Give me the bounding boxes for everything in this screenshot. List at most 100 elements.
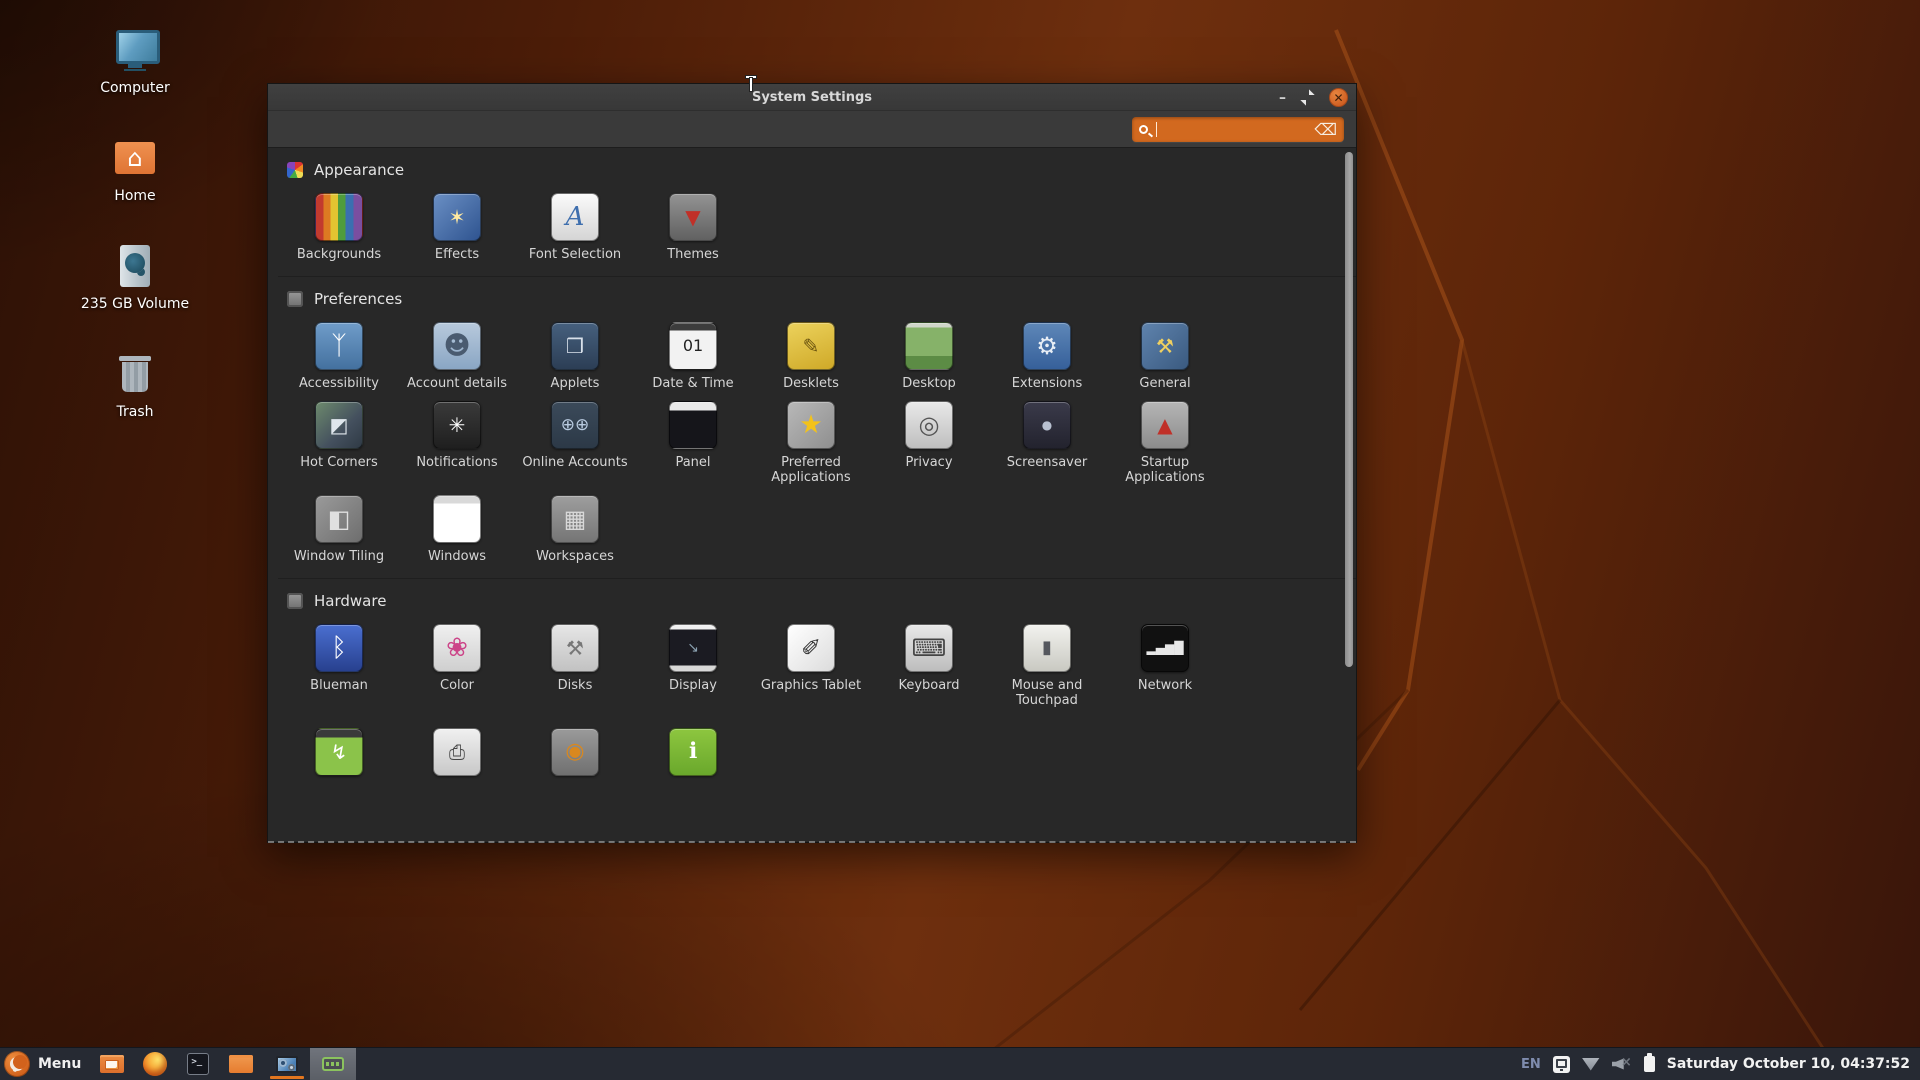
accessibility-tile[interactable]: ᛉ Accessibility bbox=[280, 316, 398, 395]
tile-label: Graphics Tablet bbox=[760, 678, 862, 693]
general-tile[interactable]: ⚒ General bbox=[1106, 316, 1224, 395]
mouse-touchpad-icon: ▮ bbox=[1023, 624, 1071, 672]
clock[interactable]: Saturday October 10, 04:37:52 bbox=[1667, 1056, 1910, 1072]
privacy-icon: ◎ bbox=[905, 401, 953, 449]
desklets-tile[interactable]: ✎ Desklets bbox=[752, 316, 870, 395]
tile-label: Blueman bbox=[310, 678, 368, 693]
windows-tile[interactable]: Windows bbox=[398, 489, 516, 568]
preferred-applications-tile[interactable]: ★ Preferred Applications bbox=[752, 395, 870, 489]
sound-tile[interactable]: ◉ bbox=[516, 722, 634, 780]
section-header: Appearance bbox=[287, 161, 1356, 179]
menu-label: Menu bbox=[38, 1056, 82, 1072]
clear-search-icon[interactable]: ⌫ bbox=[1314, 121, 1337, 138]
volume-muted-icon[interactable] bbox=[1612, 1055, 1632, 1072]
graphics-tablet-tile[interactable]: ✐ Graphics Tablet bbox=[752, 618, 870, 712]
account-details-tile[interactable]: ☻ Account details bbox=[398, 316, 516, 395]
notifications-icon: ✳ bbox=[433, 401, 481, 449]
network-tile[interactable]: ▂▄▆█ Network bbox=[1106, 618, 1224, 712]
keyboard-layout-indicator[interactable]: EN bbox=[1521, 1057, 1541, 1072]
power-management-tile[interactable]: ↯ bbox=[280, 722, 398, 780]
screenshot-icon[interactable] bbox=[1552, 1055, 1570, 1073]
search-input[interactable]: ⌫ bbox=[1132, 117, 1344, 142]
files-icon[interactable] bbox=[228, 1051, 254, 1077]
desktop-item-home[interactable]: Home bbox=[75, 134, 195, 204]
hot-corners-tile[interactable]: ◩ Hot Corners bbox=[280, 395, 398, 489]
desktop-item-computer[interactable]: Computer bbox=[75, 26, 195, 96]
battery-icon[interactable] bbox=[1643, 1053, 1655, 1072]
titlebar[interactable]: System Settings – ✕ bbox=[268, 84, 1356, 111]
blueman-tile[interactable]: ᛒ Blueman bbox=[280, 618, 398, 712]
tile-label: Preferred Applications bbox=[771, 455, 851, 485]
printers-tile[interactable]: ⎙ bbox=[398, 722, 516, 780]
applets-icon-glyph: ❒ bbox=[566, 334, 584, 358]
display-icon: ↘ bbox=[669, 624, 717, 672]
power-management-icon-glyph: ↯ bbox=[330, 740, 348, 764]
maximize-button[interactable] bbox=[1302, 92, 1313, 103]
applets-tile[interactable]: ❒ Applets bbox=[516, 316, 634, 395]
desktop-item-label: Home bbox=[114, 188, 156, 204]
color-tile[interactable]: ❀ Color bbox=[398, 618, 516, 712]
close-button[interactable]: ✕ bbox=[1329, 88, 1348, 107]
window-list bbox=[264, 1048, 357, 1080]
tile-label: Mouse and Touchpad bbox=[1011, 678, 1083, 708]
backgrounds-tile[interactable]: Backgrounds bbox=[280, 187, 398, 266]
desktop-settings-tile[interactable]: Desktop bbox=[870, 316, 988, 395]
notifications-tile[interactable]: ✳ Notifications bbox=[398, 395, 516, 489]
startup-applications-icon: ▲ bbox=[1141, 401, 1189, 449]
tile-label: Effects bbox=[434, 247, 480, 262]
desktop-item-trash[interactable]: Trash bbox=[75, 350, 195, 420]
menu-button[interactable]: Menu bbox=[0, 1048, 91, 1080]
font-selection-icon: A bbox=[551, 193, 599, 241]
online-accounts-tile[interactable]: ⊕⊕ Online Accounts bbox=[516, 395, 634, 489]
themes-tile[interactable]: ▼ Themes bbox=[634, 187, 752, 266]
section-appearance: Appearance Backgrounds ✶ Effects A Font Sele… bbox=[278, 161, 1356, 266]
terminal-icon[interactable] bbox=[185, 1051, 211, 1077]
hot-corners-icon: ◩ bbox=[315, 401, 363, 449]
font-selection-tile[interactable]: A Font Selection bbox=[516, 187, 634, 266]
tile-label: Color bbox=[440, 678, 474, 693]
accessibility-icon: ᛉ bbox=[315, 322, 363, 370]
mouse-touchpad-tile[interactable]: ▮ Mouse and Touchpad bbox=[988, 618, 1106, 712]
panel-tile[interactable]: Panel bbox=[634, 395, 752, 489]
disks-icon: ⚒ bbox=[551, 624, 599, 672]
desktop-item-volume[interactable]: 235 GB Volume bbox=[75, 242, 195, 312]
privacy-tile[interactable]: ◎ Privacy bbox=[870, 395, 988, 489]
backgrounds-icon bbox=[315, 193, 363, 241]
keyboard-tile[interactable]: ⌨ Keyboard bbox=[870, 618, 988, 712]
hot-corners-icon-glyph: ◩ bbox=[329, 413, 349, 437]
blueman-icon: ᛒ bbox=[315, 624, 363, 672]
accessibility-icon-glyph: ᛉ bbox=[331, 331, 347, 361]
section-title: Hardware bbox=[314, 592, 387, 610]
media-tool-window-button[interactable] bbox=[264, 1048, 310, 1080]
section-title: Preferences bbox=[314, 290, 403, 308]
screensaver-tile[interactable]: ● Screensaver bbox=[988, 395, 1106, 489]
appearance-section-icon bbox=[287, 162, 303, 178]
panel-launchers bbox=[99, 1048, 254, 1080]
show-desktop-icon[interactable] bbox=[99, 1051, 125, 1077]
extensions-tile[interactable]: ⚙ Extensions bbox=[988, 316, 1106, 395]
effects-tile[interactable]: ✶ Effects bbox=[398, 187, 516, 266]
minimize-button[interactable]: – bbox=[1279, 91, 1286, 105]
section-title: Appearance bbox=[314, 161, 405, 179]
firefox-icon[interactable] bbox=[142, 1051, 168, 1077]
mouse-touchpad-icon-glyph: ▮ bbox=[1042, 637, 1052, 658]
startup-applications-tile[interactable]: ▲ Startup Applications bbox=[1106, 395, 1224, 489]
system-settings-window-button[interactable] bbox=[310, 1048, 357, 1080]
window-title: System Settings bbox=[751, 89, 873, 105]
scrollbar-track[interactable] bbox=[1345, 150, 1354, 838]
window-tiling-tile[interactable]: ◧ Window Tiling bbox=[280, 489, 398, 568]
date-time-icon-glyph: 01 bbox=[682, 336, 704, 355]
scrollbar-thumb[interactable] bbox=[1345, 152, 1353, 667]
graphics-tablet-icon: ✐ bbox=[787, 624, 835, 672]
section-header: Preferences bbox=[287, 290, 1356, 308]
date-time-tile[interactable]: 01 Date & Time bbox=[634, 316, 752, 395]
general-icon: ⚒ bbox=[1141, 322, 1189, 370]
system-info-icon-glyph: ℹ bbox=[688, 739, 698, 764]
wifi-icon[interactable] bbox=[1581, 1057, 1600, 1071]
panel-icon bbox=[669, 401, 717, 449]
disks-tile[interactable]: ⚒ Disks bbox=[516, 618, 634, 712]
display-tile[interactable]: ↘ Display bbox=[634, 618, 752, 712]
system-info-tile[interactable]: ℹ bbox=[634, 722, 752, 780]
workspaces-tile[interactable]: ▦ Workspaces bbox=[516, 489, 634, 568]
search-icon bbox=[1139, 125, 1148, 134]
